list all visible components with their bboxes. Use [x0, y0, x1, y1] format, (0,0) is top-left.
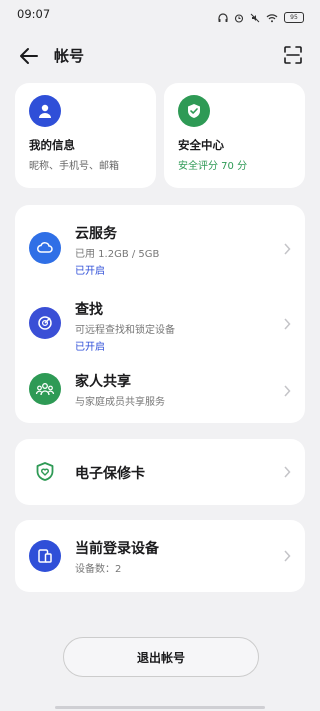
- chevron-right-icon: [284, 385, 291, 397]
- devices-title: 当前登录设备: [75, 541, 159, 557]
- shield-check-icon: [178, 95, 210, 127]
- logout-button[interactable]: 退出帐号: [63, 637, 259, 677]
- my-info-title: 我的信息: [29, 138, 75, 152]
- device-count: 设备数：2: [75, 564, 122, 575]
- status-icons: 95: [218, 8, 304, 27]
- home-indicator: [55, 706, 265, 709]
- security-center-card[interactable]: 安全中心 安全评分 70 分: [164, 83, 305, 188]
- security-score: 安全评分 70 分: [178, 161, 248, 172]
- family-sharing-row[interactable]: 家人共享 与家庭成员共享服务: [15, 357, 305, 423]
- family-sharing-subtitle: 与家庭成员共享服务: [75, 397, 165, 408]
- cloud-service-title: 云服务: [75, 226, 117, 242]
- family-sharing-title: 家人共享: [75, 374, 131, 390]
- cloud-service-row[interactable]: 云服务 已用 1.2GB / 5GB 已开启: [15, 205, 305, 285]
- header: 帐号: [0, 36, 320, 76]
- chevron-right-icon: [284, 466, 291, 478]
- page-title: 帐号: [54, 47, 85, 65]
- wifi-icon: [266, 8, 278, 27]
- cloud-icon: [29, 232, 61, 264]
- alarm-icon: [234, 8, 244, 27]
- cloud-service-status: 已开启: [75, 266, 105, 277]
- chevron-right-icon: [284, 550, 291, 562]
- devices-card[interactable]: 当前登录设备 设备数：2: [15, 520, 305, 592]
- find-device-title: 查找: [75, 302, 103, 318]
- headphones-icon: [218, 8, 228, 27]
- scan-icon[interactable]: [284, 46, 302, 64]
- family-icon: [29, 373, 61, 405]
- find-device-row[interactable]: 查找 可远程查找和锁定设备 已开启: [15, 285, 305, 357]
- services-card: 云服务 已用 1.2GB / 5GB 已开启 查找 可远程查找和锁定设备 已开启…: [15, 205, 305, 423]
- warranty-title: 电子保修卡: [75, 466, 145, 482]
- find-device-status: 已开启: [75, 342, 105, 353]
- battery-icon: 95: [284, 12, 304, 23]
- device-icon: [29, 540, 61, 572]
- status-time: 09:07: [17, 7, 51, 21]
- back-arrow-icon[interactable]: [18, 46, 40, 66]
- my-info-card[interactable]: 我的信息 昵称、手机号、邮箱: [15, 83, 156, 188]
- status-bar: 09:07 95: [0, 0, 320, 28]
- mute-icon: [250, 8, 260, 27]
- my-info-subtitle: 昵称、手机号、邮箱: [29, 161, 119, 172]
- cloud-service-usage: 已用 1.2GB / 5GB: [75, 249, 160, 260]
- chevron-right-icon: [284, 318, 291, 330]
- radar-icon: [29, 307, 61, 339]
- person-icon: [29, 95, 61, 127]
- shield-heart-icon: [29, 456, 61, 488]
- security-center-title: 安全中心: [178, 138, 224, 152]
- warranty-card[interactable]: 电子保修卡: [15, 439, 305, 505]
- chevron-right-icon: [284, 243, 291, 255]
- find-device-subtitle: 可远程查找和锁定设备: [75, 325, 175, 336]
